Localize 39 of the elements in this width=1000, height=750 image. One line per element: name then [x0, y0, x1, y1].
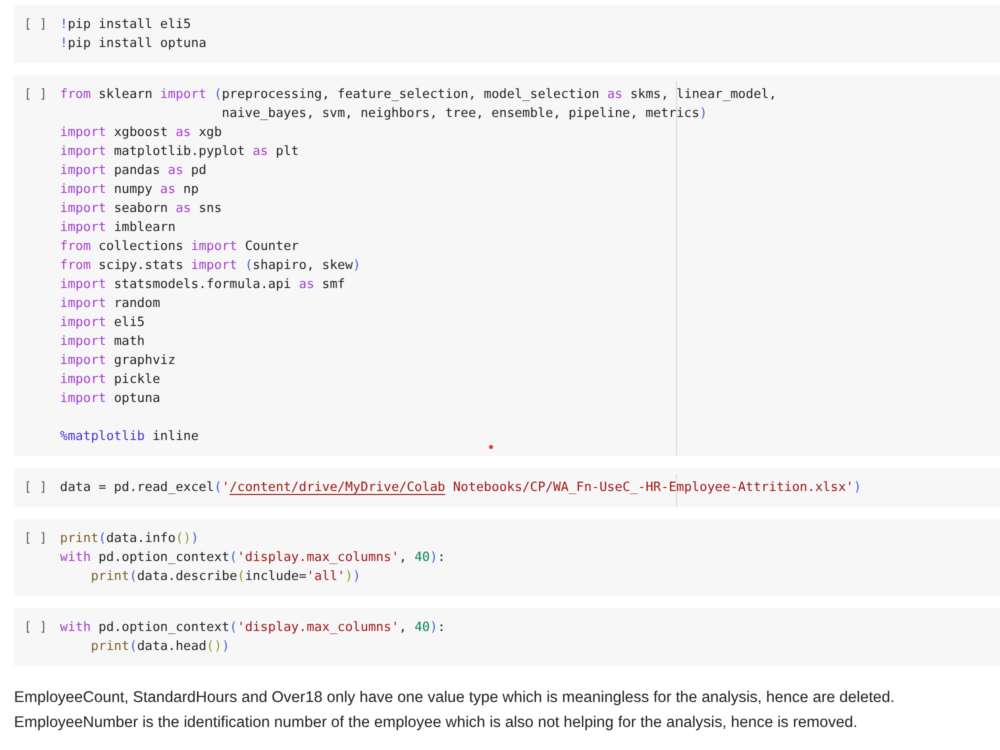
code-line: import matplotlib.pyplot as plt — [60, 143, 299, 161]
code-line: import seaborn as sns — [60, 200, 222, 218]
code-cell[interactable] — [14, 75, 1000, 456]
code-cell[interactable]: [ ] data = pd.read_excel('/content/drive/MyDrive/Colab Notebooks/CP/WA_Fn-UseC_-HR-Employee-Attrition.xlsx') — [14, 468, 1000, 507]
code-line: import numpy as np — [60, 181, 199, 199]
code-line: !pip install eli5 — [60, 16, 191, 34]
code-line: with pd.option_context('display.max_columns', 40): — [60, 619, 446, 637]
code-line: import graphviz — [60, 352, 176, 370]
paragraph-text: EmployeeNumber is the identification number of the employee which is also not helping for the analysis, hence is removed. — [14, 713, 858, 733]
execution-prompt: [ ] — [24, 16, 48, 34]
code-line: import imblearn — [60, 219, 176, 237]
paragraph-text: EmployeeCount, StandardHours and Over18 only have one value type which is meaningless for the analysis, hence are deleted. — [14, 688, 896, 708]
code-line: print(data.describe(include='all')) — [90, 568, 361, 586]
code-line: from sklearn import (preprocessing, feature_selection, model_selection as skms, linear_model, — [60, 86, 777, 104]
code-line: import eli5 — [60, 314, 145, 332]
code-line: from scipy.stats import (shapiro, skew) — [60, 257, 361, 275]
code-line: data = pd.read_excel('/content/drive/MyDrive/Colab Notebooks/CP/WA_Fn-UseC_-HR-Employee-Attrition.xlsx') — [60, 479, 862, 497]
code-cell[interactable]: [ ] print(data.info()) with pd.option_context('display.max_columns', 40): print(data.describe(include='all')) — [14, 519, 1000, 596]
code-cell[interactable]: [ ] with pd.option_context('display.max_columns', 40): print(data.head()) — [14, 608, 1000, 666]
code-line: from collections import Counter — [60, 238, 299, 256]
code-line: import pandas as pd — [60, 162, 206, 180]
code-line: naive_bayes, svm, neighbors, tree, ensemble, pipeline, metrics) — [222, 105, 708, 123]
execution-prompt: [ ] — [24, 86, 48, 104]
code-line: with pd.option_context('display.max_columns', 40): — [60, 549, 446, 567]
execution-prompt: [ ] — [24, 479, 48, 497]
code-line: import pickle — [60, 371, 160, 389]
code-line: import xgboost as xgb — [60, 124, 222, 142]
code-line: import optuna — [60, 390, 160, 408]
code-cell[interactable]: [ ] !pip install eli5 !pip install optuna — [14, 5, 1000, 63]
code-line: print(data.head()) — [90, 638, 230, 656]
code-line: !pip install optuna — [60, 35, 206, 53]
code-line: print(data.info()) — [60, 530, 199, 548]
code-line: import statsmodels.formula.api as smf — [60, 276, 346, 294]
file-path-link[interactable]: /content/drive/MyDrive/Colab — [230, 480, 446, 495]
execution-prompt: [ ] — [24, 530, 48, 548]
code-line: %matplotlib inline — [60, 428, 199, 446]
code-line: import random — [60, 295, 160, 313]
code-line: import math — [60, 333, 145, 351]
execution-prompt: [ ] — [24, 619, 48, 637]
